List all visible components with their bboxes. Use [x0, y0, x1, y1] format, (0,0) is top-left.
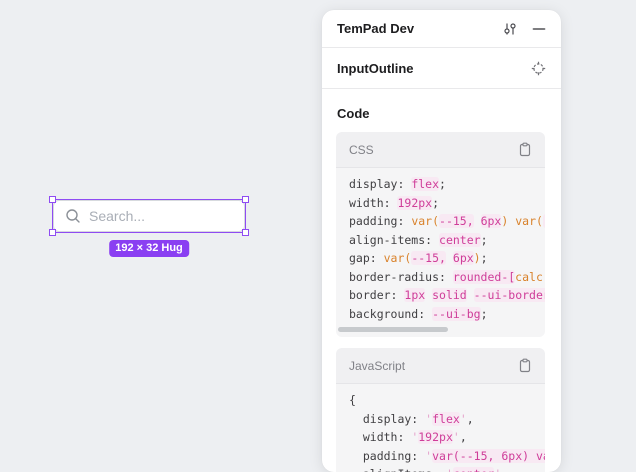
code-line: {: [349, 391, 545, 410]
code-line: background: --ui-bg;: [349, 305, 545, 324]
code-line: border: 1px solid --ui-border-color;: [349, 286, 545, 305]
sliders-icon[interactable]: [502, 21, 518, 37]
code-line: align-items: center;: [349, 231, 545, 250]
search-icon: [65, 208, 81, 224]
code-line: gap: var(--15, 6px);: [349, 249, 545, 268]
javascript-block-label: JavaScript: [349, 359, 405, 373]
code-line: alignItems: 'center',: [349, 465, 545, 472]
dimension-badge: 192 × 32 Hug: [109, 240, 189, 257]
css-code-block: CSS display: flex;width: 192px;padding: …: [336, 132, 545, 337]
copy-clipboard-icon[interactable]: [518, 358, 532, 373]
code-line: display: 'flex',: [349, 410, 545, 429]
code-line: border-radius: rounded-[calc(var(--15, 6…: [349, 268, 545, 287]
css-code-body[interactable]: display: flex;width: 192px;padding: var(…: [336, 168, 545, 337]
css-block-label: CSS: [349, 143, 374, 157]
search-placeholder-text: Search...: [89, 208, 145, 224]
horizontal-scrollbar-thumb[interactable]: [338, 327, 448, 332]
minimize-minus-icon[interactable]: [532, 22, 546, 36]
javascript-code-body[interactable]: { display: 'flex', width: '192px', paddi…: [336, 384, 545, 472]
figma-canvas-with-plugin: { "canvas": { "search_placeholder": "Sea…: [0, 0, 636, 472]
component-name-label: InputOutline: [337, 61, 531, 76]
code-line: width: 192px;: [349, 194, 545, 213]
crosshair-locate-icon[interactable]: [531, 61, 546, 76]
horizontal-scrollbar[interactable]: [336, 323, 545, 337]
code-line: padding: var(--15, 6px) var(--15, 6px);: [349, 212, 545, 231]
tempad-dev-plugin-panel: TemPad Dev InputOutline: [322, 10, 561, 472]
css-block-header: CSS: [336, 132, 545, 168]
code-line: display: flex;: [349, 175, 545, 194]
selected-component-row: InputOutline: [322, 48, 561, 89]
code-line: width: '192px',: [349, 428, 545, 447]
plugin-title: TemPad Dev: [337, 21, 502, 36]
javascript-code-block: JavaScript { display: 'flex', width: '19…: [336, 348, 545, 472]
copy-clipboard-icon[interactable]: [518, 142, 532, 157]
javascript-block-header: JavaScript: [336, 348, 545, 384]
code-line: padding: 'var(--15, 6px) var(--15, 6px)'…: [349, 447, 545, 466]
code-section-title: Code: [337, 106, 546, 121]
search-input-component[interactable]: Search...: [53, 200, 245, 232]
plugin-header: TemPad Dev: [322, 10, 561, 48]
